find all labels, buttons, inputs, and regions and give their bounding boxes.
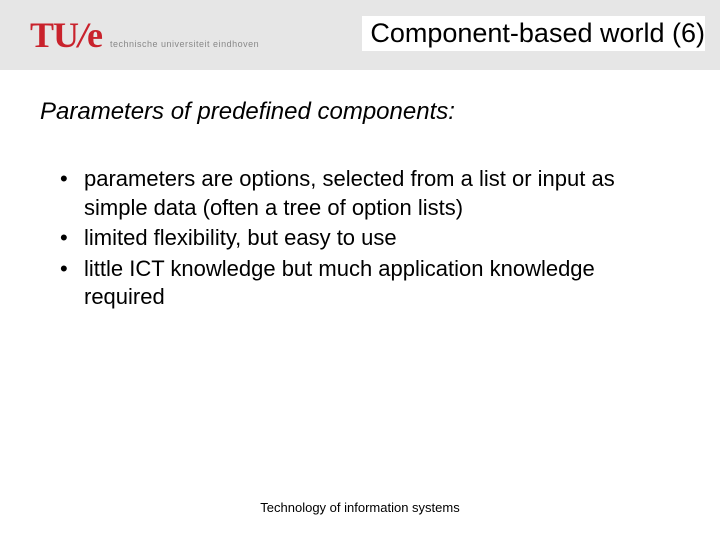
logo-mark: TU/e bbox=[30, 14, 102, 56]
logo-prefix: TU bbox=[30, 15, 78, 55]
list-item: little ICT knowledge but much applicatio… bbox=[60, 255, 680, 312]
bullet-list: parameters are options, selected from a … bbox=[60, 165, 680, 314]
footer-text: Technology of information systems bbox=[0, 500, 720, 515]
slide-title: Component-based world (6) bbox=[362, 16, 705, 51]
list-item: parameters are options, selected from a … bbox=[60, 165, 680, 222]
logo-suffix: e bbox=[87, 15, 102, 55]
slide: TU/e technische universiteit eindhoven C… bbox=[0, 0, 720, 540]
slide-subtitle: Parameters of predefined components: bbox=[40, 98, 455, 126]
list-item: limited flexibility, but easy to use bbox=[60, 224, 680, 253]
logo-slash: / bbox=[78, 15, 87, 55]
logo: TU/e technische universiteit eindhoven bbox=[30, 14, 259, 56]
logo-text: technische universiteit eindhoven bbox=[110, 39, 259, 49]
